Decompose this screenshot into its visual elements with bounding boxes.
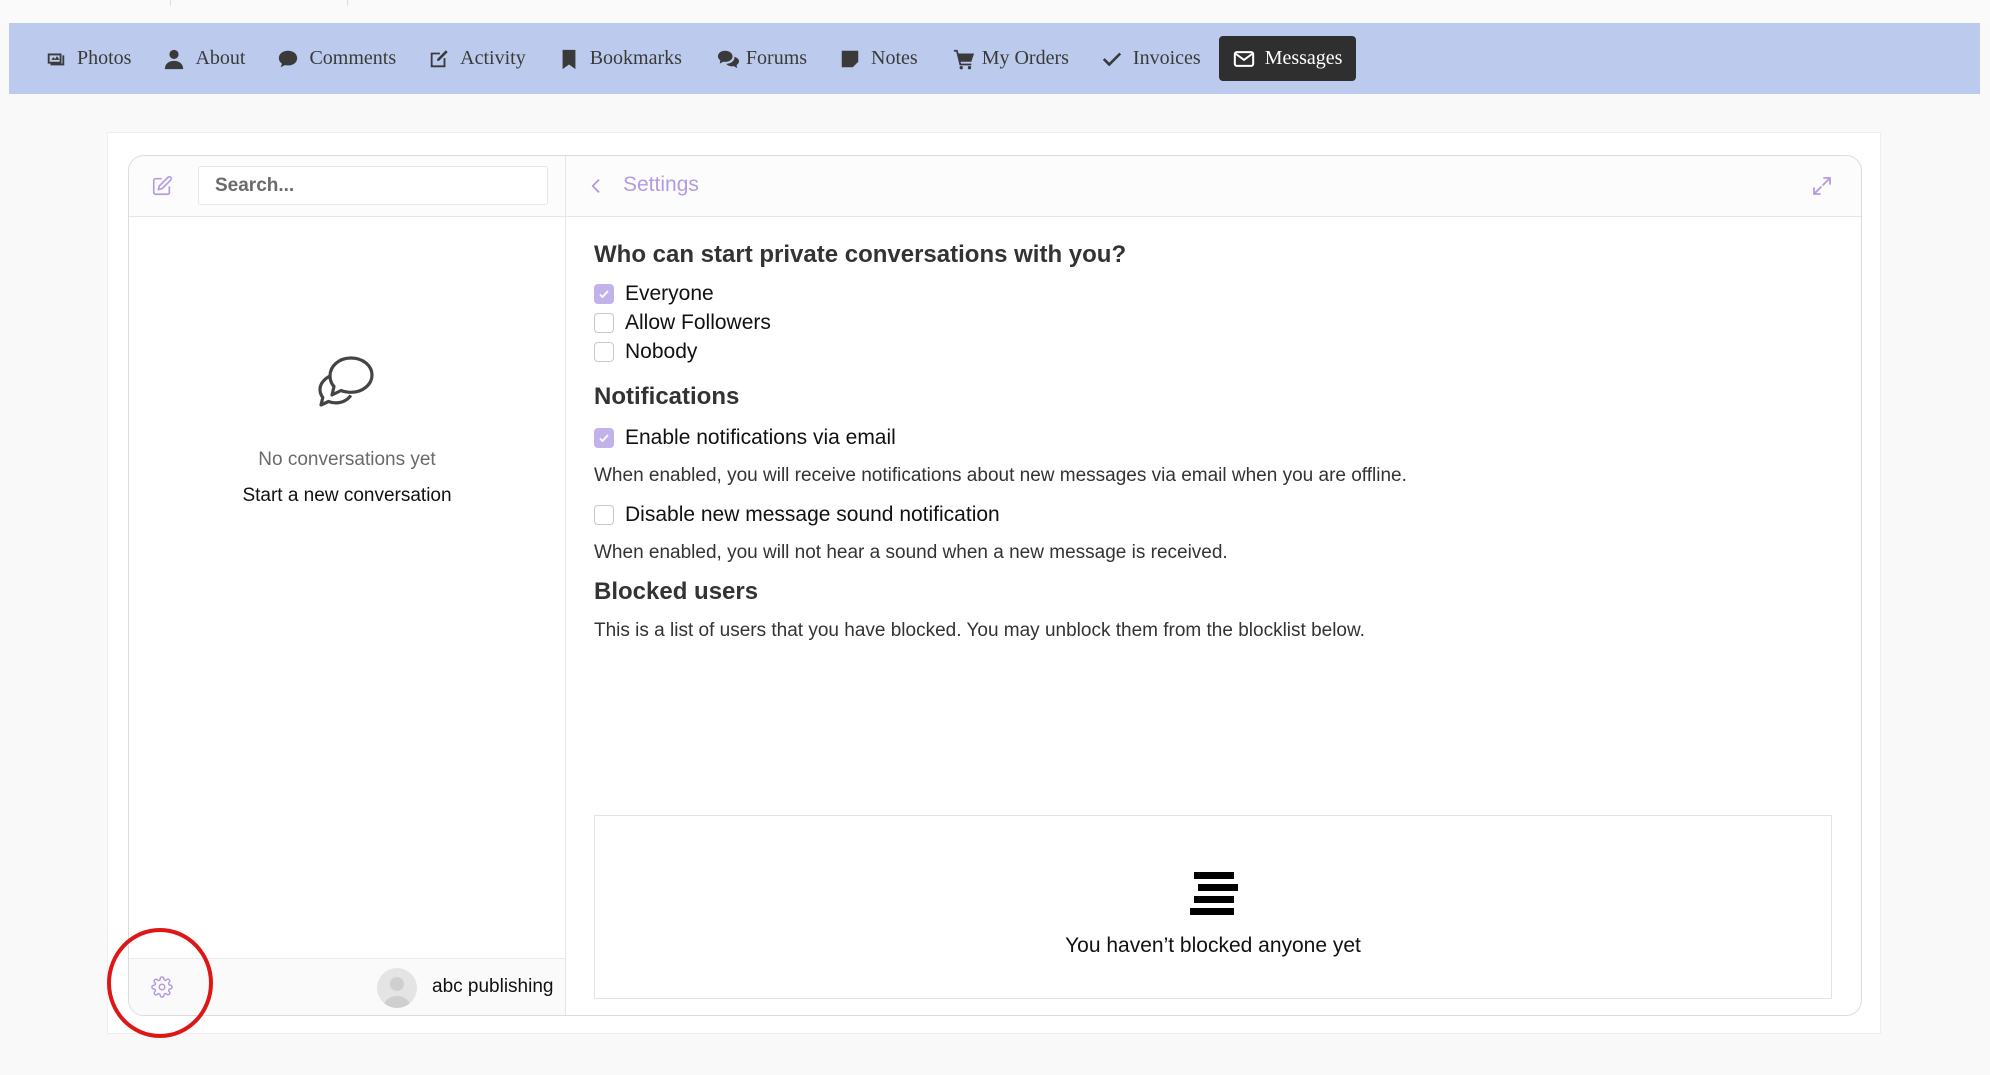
- sidebar-footer: abc publishing: [129, 958, 565, 1015]
- nav-item-my-orders[interactable]: My Orders: [936, 36, 1083, 81]
- email-description: When enabled, you will receive notificat…: [594, 465, 1407, 486]
- checkbox[interactable]: [594, 313, 614, 333]
- blocked-users-heading: Blocked users: [594, 578, 759, 605]
- blocklist-box: You haven’t blocked anyone yet: [594, 815, 1832, 999]
- envelope-icon: [1233, 50, 1254, 67]
- checkmark-icon: [599, 434, 609, 443]
- comment-icon: [279, 50, 298, 67]
- option-allow-followers[interactable]: Allow Followers: [594, 311, 771, 335]
- compose-icon[interactable]: [151, 175, 173, 197]
- nav-item-activity[interactable]: Activity: [414, 36, 540, 81]
- nav-label: Notes: [871, 47, 918, 69]
- checkbox[interactable]: [594, 342, 614, 362]
- top-strip: [0, 0, 1990, 22]
- checkmark-icon: [599, 290, 609, 299]
- nav-label: Messages: [1264, 47, 1343, 69]
- user-icon: [165, 49, 184, 69]
- nav-label: Comments: [309, 47, 397, 69]
- nav-label: My Orders: [981, 47, 1069, 69]
- option-label: Enable notifications via email: [625, 426, 896, 449]
- nav-item-notes[interactable]: Notes: [825, 36, 932, 81]
- expand-icon[interactable]: [1810, 174, 1834, 198]
- nav-label: Activity: [460, 47, 526, 69]
- gear-icon[interactable]: [151, 976, 173, 998]
- sound-description: When enabled, you will not hear a sound …: [594, 542, 1228, 563]
- privacy-heading: Who can start private conversations with…: [594, 241, 1127, 268]
- nav-label: Bookmarks: [589, 47, 682, 69]
- messages-card: Settings No conversations yet Start a ne…: [128, 155, 1862, 1016]
- nav-item-about[interactable]: About: [149, 36, 259, 81]
- check-icon: [1102, 52, 1122, 66]
- nav-item-comments[interactable]: Comments: [263, 36, 410, 81]
- user-avatar-icon: [383, 977, 411, 1008]
- settings-pane: Who can start private conversations with…: [566, 217, 1860, 1015]
- nav-item-invoices[interactable]: Invoices: [1087, 36, 1215, 81]
- edit-icon: [430, 49, 448, 67]
- empty-conversations-title: No conversations yet: [258, 449, 436, 470]
- note-icon: [841, 50, 859, 67]
- conversation-sidebar: No conversations yet Start a new convers…: [129, 217, 566, 1015]
- settings-title: Settings: [623, 173, 699, 196]
- bookmark-icon: [562, 49, 576, 69]
- divider: [347, 0, 348, 6]
- option-nobody[interactable]: Nobody: [594, 340, 697, 364]
- option-label: Nobody: [625, 340, 698, 363]
- nav-item-forums[interactable]: Forums: [700, 36, 821, 81]
- nav-label: About: [195, 47, 246, 69]
- checkbox-checked[interactable]: [594, 284, 614, 304]
- checkbox-checked[interactable]: [594, 428, 614, 448]
- messages-header: Settings: [129, 156, 1861, 217]
- avatar[interactable]: [377, 968, 417, 1008]
- list-icon: [1190, 872, 1238, 915]
- option-label: Everyone: [625, 282, 714, 305]
- forums-icon: [717, 50, 739, 68]
- start-conversation-link[interactable]: Start a new conversation: [129, 485, 565, 507]
- divider: [170, 0, 171, 6]
- chat-bubbles-icon: [318, 356, 374, 407]
- option-label: Disable new message sound notification: [625, 503, 1000, 526]
- profile-nav: Photos About Comments Activity Bookmarks…: [9, 23, 1980, 94]
- sound-notification-toggle[interactable]: Disable new message sound notification: [594, 503, 1000, 527]
- option-everyone[interactable]: Everyone: [594, 282, 714, 306]
- chevron-left-icon[interactable]: [586, 175, 606, 197]
- search-input[interactable]: [198, 166, 548, 205]
- nav-item-messages[interactable]: Messages: [1218, 36, 1357, 81]
- blocklist-empty-message: You haven’t blocked anyone yet: [1065, 934, 1361, 957]
- username: abc publishing: [432, 976, 554, 997]
- nav-item-photos[interactable]: Photos: [31, 36, 145, 81]
- blocked-description: This is a list of users that you have bl…: [594, 620, 1365, 641]
- photos-icon: [47, 53, 65, 65]
- email-notifications-toggle[interactable]: Enable notifications via email: [594, 426, 896, 450]
- notifications-heading: Notifications: [594, 383, 740, 410]
- checkbox[interactable]: [594, 505, 614, 525]
- nav-item-bookmarks[interactable]: Bookmarks: [544, 36, 696, 81]
- nav-label: Photos: [77, 47, 132, 69]
- option-label: Allow Followers: [625, 311, 771, 334]
- nav-label: Forums: [745, 47, 808, 69]
- nav-label: Invoices: [1132, 47, 1201, 69]
- cart-icon: [953, 49, 974, 69]
- header-divider: [565, 156, 566, 216]
